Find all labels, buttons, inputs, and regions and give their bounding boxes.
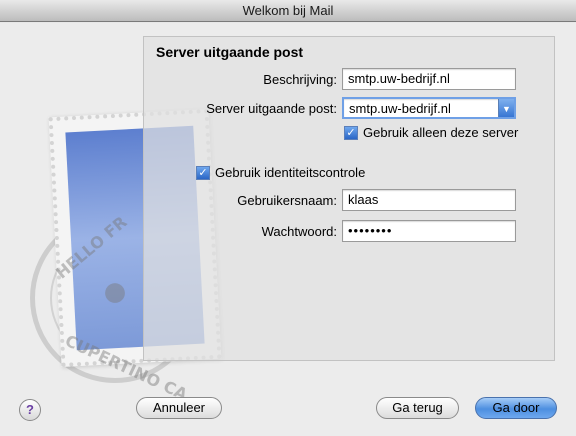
chevron-down-icon[interactable]: ▼ bbox=[498, 99, 514, 117]
window-titlebar[interactable]: Welkom bij Mail bbox=[0, 0, 576, 22]
username-label: Gebruikersnaam: bbox=[237, 193, 337, 208]
checkmark-icon: ✓ bbox=[196, 165, 210, 180]
continue-button[interactable]: Ga door bbox=[475, 397, 557, 419]
only-this-server-checkbox[interactable]: ✓ Gebruik alleen deze server bbox=[344, 125, 518, 140]
cancel-button[interactable]: Annuleer bbox=[136, 397, 222, 419]
description-field[interactable]: smtp.uw-bedrijf.nl bbox=[342, 68, 516, 90]
username-field[interactable]: klaas bbox=[342, 189, 516, 211]
help-button[interactable]: ? bbox=[19, 399, 41, 421]
auth-label: Gebruik identiteitscontrole bbox=[215, 165, 366, 180]
password-field[interactable]: •••••••• bbox=[342, 220, 516, 242]
server-combobox[interactable]: smtp.uw-bedrijf.nl ▼ bbox=[342, 97, 516, 119]
server-value: smtp.uw-bedrijf.nl bbox=[349, 101, 451, 116]
password-label: Wachtwoord: bbox=[261, 224, 337, 239]
panel-title: Server uitgaande post bbox=[156, 44, 304, 60]
smtp-settings-panel: Server uitgaande post Beschrijving: smtp… bbox=[143, 36, 555, 361]
auth-checkbox[interactable]: ✓ Gebruik identiteitscontrole bbox=[196, 165, 365, 180]
back-button[interactable]: Ga terug bbox=[376, 397, 459, 419]
server-label: Server uitgaande post: bbox=[206, 101, 337, 116]
description-label: Beschrijving: bbox=[263, 72, 337, 87]
apple-logo-icon: ● bbox=[101, 264, 129, 316]
window-content: ● HELLO FR CUPERTINO CA Server uitgaande… bbox=[0, 23, 576, 436]
only-this-server-label: Gebruik alleen deze server bbox=[363, 125, 519, 140]
window-title: Welkom bij Mail bbox=[242, 3, 334, 18]
checkmark-icon: ✓ bbox=[344, 125, 358, 140]
